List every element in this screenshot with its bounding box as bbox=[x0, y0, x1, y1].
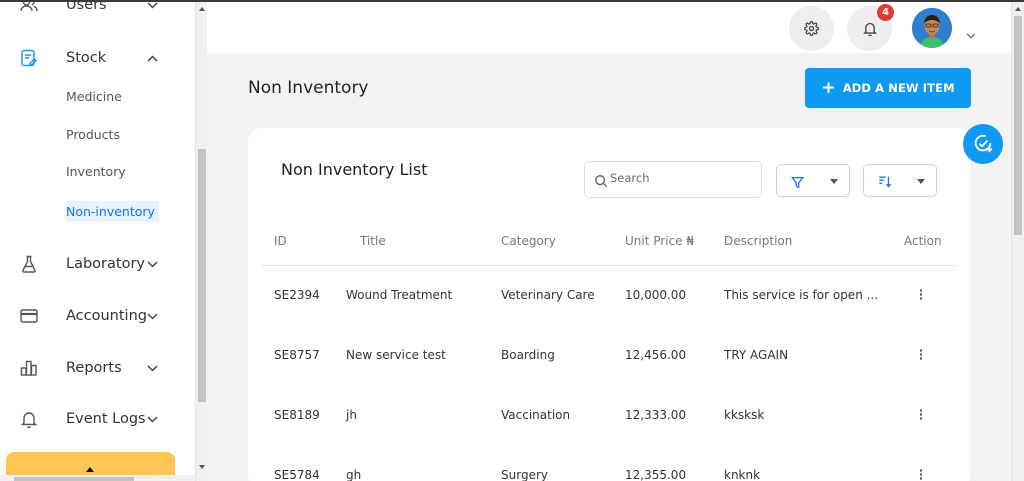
filter-icon bbox=[790, 174, 805, 193]
stock-icon bbox=[20, 49, 38, 67]
column-header-id[interactable]: ID bbox=[274, 234, 287, 248]
users-icon bbox=[20, 2, 38, 14]
list-title: Non Inventory List bbox=[281, 160, 428, 179]
caret-up-icon bbox=[86, 467, 94, 472]
page-scrollbar[interactable] bbox=[1011, 2, 1024, 481]
cell-description: TRY AGAIN bbox=[724, 348, 789, 362]
sidebar-item-label: Event Logs bbox=[66, 411, 146, 427]
sidebar-item-reports[interactable]: Reports bbox=[0, 353, 195, 383]
chevron-down-icon bbox=[146, 362, 158, 374]
cell-title[interactable]: gh bbox=[346, 468, 361, 481]
sidebar-scrollbar[interactable] bbox=[195, 2, 207, 481]
sort-dropdown[interactable] bbox=[863, 164, 937, 197]
sidebar-item-users[interactable]: Users bbox=[0, 2, 195, 20]
chevron-down-icon bbox=[146, 2, 158, 11]
filter-dropdown[interactable] bbox=[776, 164, 850, 197]
sidebar-item-laboratory[interactable]: Laboratory bbox=[0, 249, 195, 279]
page-title: Non Inventory bbox=[248, 78, 369, 98]
plus-icon: + bbox=[821, 77, 836, 98]
caret-down-icon bbox=[917, 179, 925, 184]
column-header-description[interactable]: Description bbox=[724, 234, 792, 248]
add-new-item-button[interactable]: + ADD A NEW ITEM bbox=[805, 68, 971, 108]
caret-down-icon bbox=[830, 179, 838, 184]
notification-count-badge: 4 bbox=[877, 4, 894, 21]
search-box[interactable] bbox=[584, 161, 762, 198]
card-icon bbox=[20, 307, 38, 325]
cell-category: Veterinary Care bbox=[501, 288, 595, 302]
sidebar-item-label: Users bbox=[66, 2, 107, 13]
cell-id: SE8189 bbox=[274, 408, 320, 422]
cell-unit-price: 12,456.00 bbox=[625, 348, 687, 362]
chevron-up-icon bbox=[146, 52, 158, 64]
sidebar: Users Stock Medicine Products Inventory … bbox=[0, 2, 195, 481]
sidebar-item-label: Laboratory bbox=[66, 256, 145, 272]
row-actions-kebab-icon[interactable] bbox=[918, 289, 924, 303]
table-header-divider bbox=[262, 265, 958, 266]
scrollbar-thumb[interactable] bbox=[198, 149, 206, 402]
floating-action-button[interactable] bbox=[963, 124, 1003, 164]
cell-category: Boarding bbox=[501, 348, 555, 362]
cell-id: SE8757 bbox=[274, 348, 320, 362]
account-menu-chevron-icon[interactable] bbox=[966, 24, 976, 43]
cell-id: SE2394 bbox=[274, 288, 320, 302]
chevron-down-icon bbox=[146, 310, 158, 322]
scrollbar-thumb[interactable] bbox=[14, 477, 134, 481]
sidebar-horizontal-scrollbar[interactable] bbox=[0, 475, 195, 481]
row-actions-kebab-icon[interactable] bbox=[918, 469, 924, 481]
cell-unit-price: 10,000.00 bbox=[625, 288, 687, 302]
settings-button[interactable] bbox=[789, 6, 834, 51]
column-header-action: Action bbox=[904, 234, 942, 248]
cell-title[interactable]: New service test bbox=[346, 348, 446, 362]
cell-unit-price: 12,355.00 bbox=[625, 468, 687, 481]
scroll-up-icon[interactable] bbox=[199, 7, 205, 11]
cell-description: kksksk bbox=[724, 408, 765, 422]
sidebar-item-label: Accounting bbox=[66, 308, 147, 324]
search-input[interactable] bbox=[610, 171, 750, 185]
sidebar-item-stock[interactable]: Stock bbox=[0, 43, 195, 73]
chevron-down-icon bbox=[146, 258, 158, 270]
scroll-up-icon[interactable] bbox=[1015, 7, 1021, 11]
sidebar-subitem-inventory[interactable]: Inventory bbox=[66, 164, 126, 179]
column-header-title[interactable]: Title bbox=[360, 234, 386, 248]
cell-title[interactable]: Wound Treatment bbox=[346, 288, 452, 302]
bar-chart-icon bbox=[20, 359, 38, 377]
chevron-down-icon bbox=[146, 413, 158, 425]
flask-icon bbox=[20, 255, 38, 273]
bell-icon bbox=[20, 410, 38, 428]
search-icon bbox=[594, 173, 608, 192]
avatar[interactable] bbox=[912, 8, 952, 48]
sidebar-item-label: Stock bbox=[66, 50, 107, 66]
column-header-category[interactable]: Category bbox=[501, 234, 556, 248]
scrollbar-thumb[interactable] bbox=[1014, 16, 1022, 235]
cell-category: Vaccination bbox=[501, 408, 571, 422]
sort-icon bbox=[878, 174, 892, 193]
user-avatar-icon bbox=[912, 8, 952, 48]
window-top-border bbox=[0, 0, 1024, 2]
sidebar-item-label: Reports bbox=[66, 360, 122, 376]
sidebar-item-event-logs[interactable]: Event Logs bbox=[0, 404, 195, 434]
cell-description: knknk bbox=[724, 468, 761, 481]
column-header-unit-price[interactable]: Unit Price ₦ bbox=[625, 234, 694, 248]
cell-category: Surgery bbox=[501, 468, 548, 481]
cell-id: SE5784 bbox=[274, 468, 320, 481]
sidebar-item-accounting[interactable]: Accounting bbox=[0, 301, 195, 331]
check-circle-add-icon bbox=[974, 134, 993, 153]
sidebar-subitem-medicine[interactable]: Medicine bbox=[66, 89, 122, 104]
cell-title[interactable]: jh bbox=[346, 408, 357, 422]
sidebar-subitem-non-inventory[interactable]: Non-inventory bbox=[66, 201, 159, 222]
cell-unit-price: 12,333.00 bbox=[625, 408, 687, 422]
gear-icon bbox=[804, 21, 819, 36]
row-actions-kebab-icon[interactable] bbox=[918, 409, 924, 423]
cell-description: This service is for open ... bbox=[724, 288, 879, 302]
sidebar-subitem-products[interactable]: Products bbox=[66, 127, 120, 142]
row-actions-kebab-icon[interactable] bbox=[918, 349, 924, 363]
scroll-down-icon[interactable] bbox=[199, 465, 205, 469]
add-new-item-label: ADD A NEW ITEM bbox=[842, 81, 955, 95]
bell-icon bbox=[862, 22, 877, 36]
